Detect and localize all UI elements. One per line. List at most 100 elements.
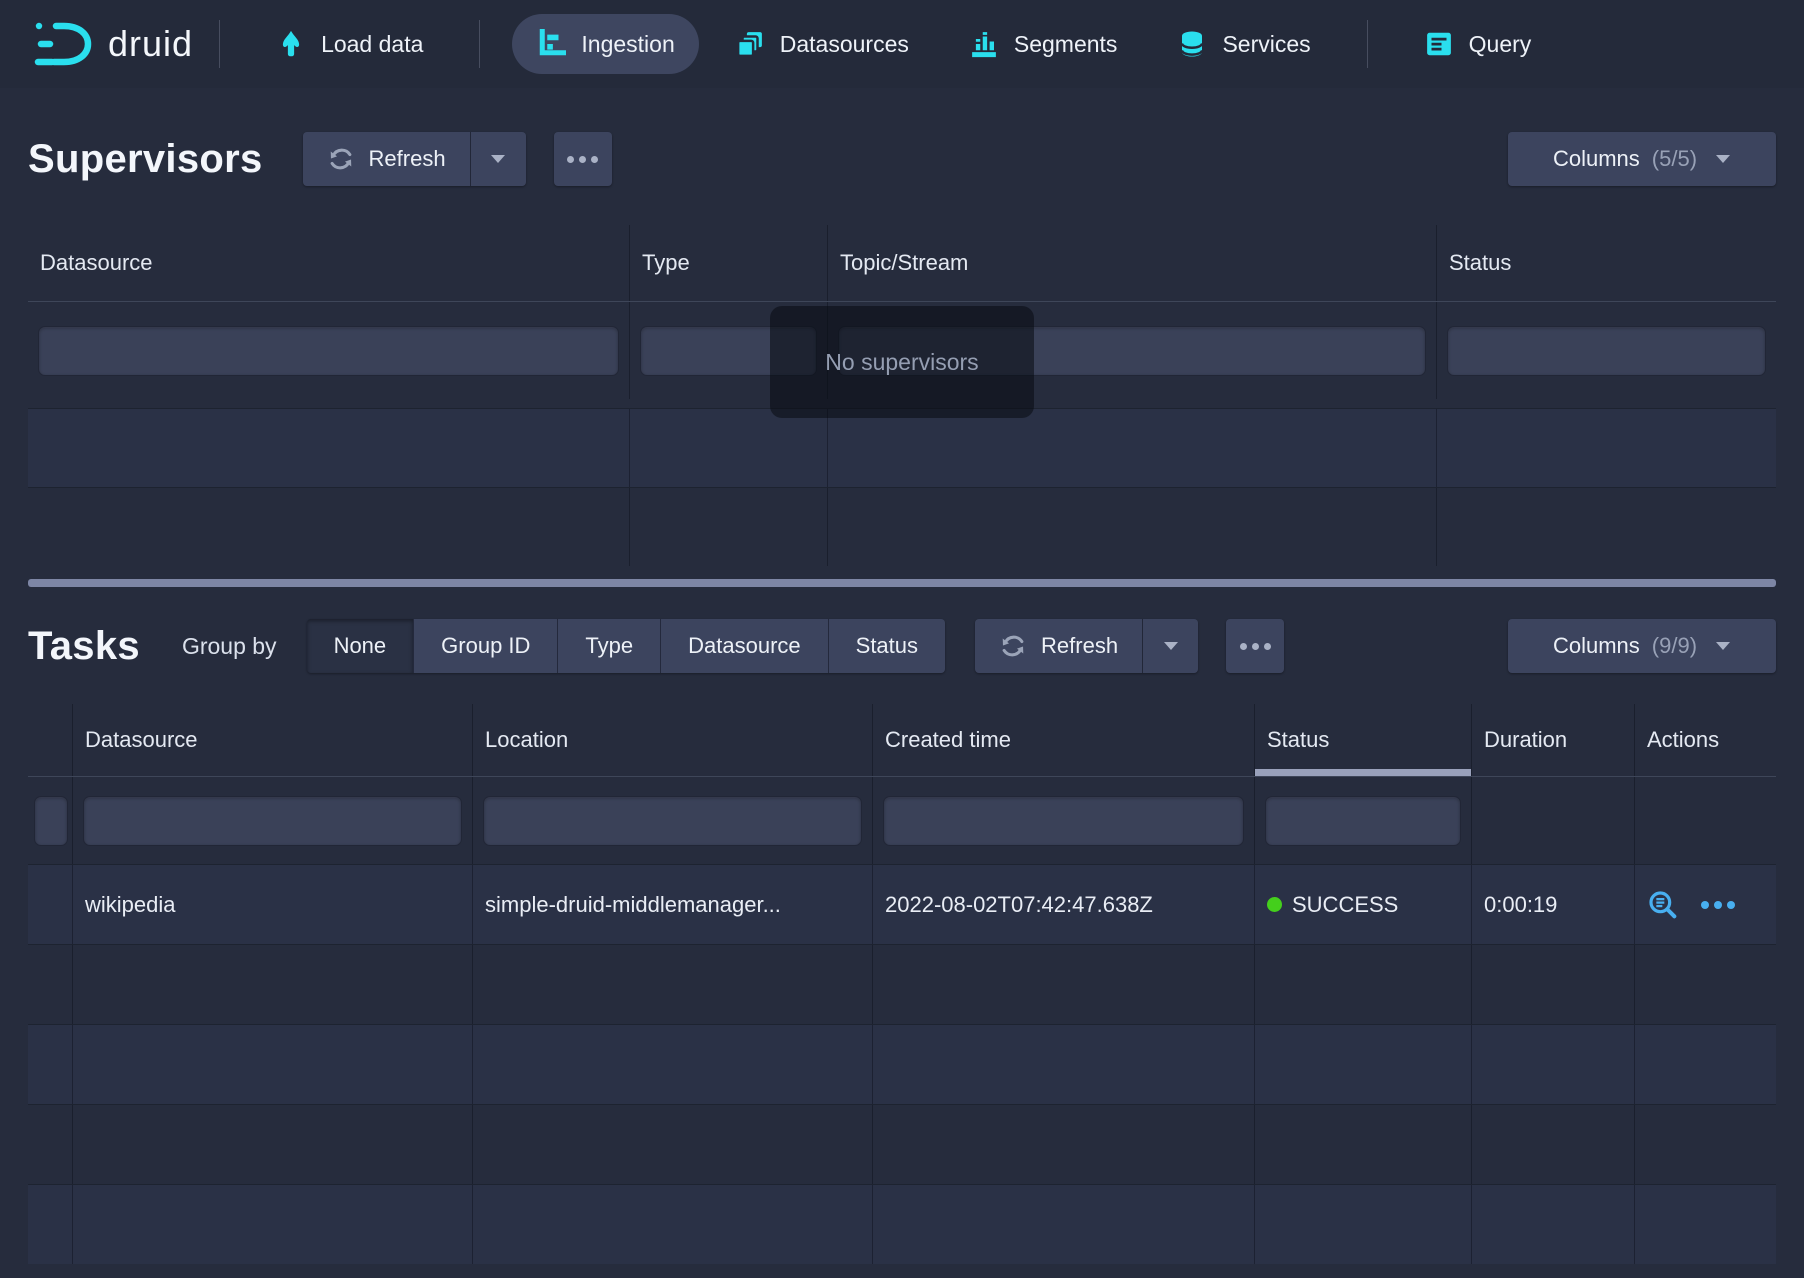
empty-row [28, 408, 1776, 487]
refresh-button[interactable]: Refresh [303, 132, 470, 186]
column-header-duration[interactable]: Duration [1472, 704, 1635, 776]
druid-logo-icon [34, 16, 96, 72]
task-datasource-cell: wikipedia [73, 865, 473, 944]
status-filter-input[interactable] [1265, 796, 1461, 846]
status-filter-input[interactable] [1447, 326, 1766, 376]
refresh-button[interactable]: Refresh [975, 619, 1142, 673]
group-by-group-id-button[interactable]: Group ID [413, 619, 557, 673]
more-icon [1240, 643, 1247, 650]
nav-item-segments[interactable]: Segments [945, 14, 1142, 74]
refresh-interval-caret-button[interactable] [470, 132, 526, 186]
column-header-narrow [28, 704, 73, 776]
column-header-created-time[interactable]: Created time [873, 704, 1255, 776]
empty-row [28, 1024, 1776, 1104]
nav-item-query[interactable]: Query [1400, 14, 1556, 74]
tasks-more-button[interactable] [1226, 619, 1284, 673]
nav-item-load-data[interactable]: Load data [252, 14, 447, 74]
druid-console: druid Load data Ingestion [0, 0, 1804, 1278]
bar-chart-icon [969, 29, 999, 59]
nav-divider [219, 20, 220, 68]
task-more-actions-icon[interactable] [1701, 901, 1735, 909]
column-header-type[interactable]: Type [630, 225, 828, 301]
status-text: SUCCESS [1292, 892, 1398, 918]
horizontal-scrollbar[interactable] [28, 579, 1776, 587]
chevron-down-icon [490, 154, 506, 164]
inspect-task-icon[interactable] [1647, 889, 1679, 921]
column-header-status[interactable]: Status [1437, 225, 1776, 301]
empty-row [28, 1104, 1776, 1184]
refresh-icon [999, 632, 1027, 660]
location-filter-input[interactable] [483, 796, 862, 846]
tasks-section: Tasks Group by None Group ID Type Dataso… [0, 619, 1804, 1264]
empty-row [28, 1184, 1776, 1264]
empty-row [28, 944, 1776, 1024]
supervisors-more-button[interactable] [554, 132, 612, 186]
chevron-down-icon [1715, 641, 1731, 651]
group-by-status-button[interactable]: Status [828, 619, 945, 673]
task-created-time-cell: 2022-08-02T07:42:47.638Z [873, 865, 1255, 944]
column-header-topic-stream[interactable]: Topic/Stream [828, 225, 1437, 301]
columns-label: Columns [1553, 633, 1640, 659]
columns-count: (5/5) [1652, 146, 1697, 172]
created-time-filter-input[interactable] [883, 796, 1244, 846]
datasource-filter-input[interactable] [83, 796, 462, 846]
more-icon [567, 156, 574, 163]
chevron-down-icon [1163, 641, 1179, 651]
chart-icon [536, 29, 566, 59]
layers-icon [735, 29, 765, 59]
refresh-interval-caret-button[interactable] [1142, 619, 1198, 673]
column-header-datasource[interactable]: Datasource [28, 225, 630, 301]
status-dot [1267, 897, 1282, 912]
tasks-title: Tasks [28, 624, 140, 669]
column-header-status[interactable]: Status [1255, 704, 1472, 776]
column-header-location[interactable]: Location [473, 704, 873, 776]
nav-item-label: Services [1222, 31, 1310, 58]
supervisors-table-header: Datasource Type Topic/Stream Status [28, 225, 1776, 302]
no-supervisors-message: No supervisors [770, 306, 1034, 418]
druid-logo[interactable]: druid [34, 16, 193, 72]
nav-item-label: Datasources [780, 31, 909, 58]
nav-item-services[interactable]: Services [1153, 14, 1334, 74]
chevron-down-icon [1715, 154, 1731, 164]
group-by-label: Group by [182, 633, 277, 660]
datasource-filter-input[interactable] [38, 326, 619, 376]
nav-divider [1367, 20, 1368, 68]
group-by-button-group: None Group ID Type Datasource Status [307, 619, 945, 673]
task-actions-cell [1635, 865, 1776, 944]
task-status-cell: SUCCESS [1255, 865, 1472, 944]
task-duration-cell: 0:00:19 [1472, 865, 1635, 944]
supervisors-table: Datasource Type Topic/Stream Status No s… [28, 225, 1776, 566]
supervisors-title: Supervisors [28, 137, 263, 182]
sort-indicator [1255, 769, 1471, 776]
nav-item-datasources[interactable]: Datasources [711, 14, 933, 74]
column-header-datasource[interactable]: Datasource [73, 704, 473, 776]
tasks-columns-button[interactable]: Columns (9/9) [1508, 619, 1776, 673]
task-row-wikipedia[interactable]: wikipedia simple-druid-middlemanager... … [28, 864, 1776, 944]
task-id-filter-input[interactable] [34, 796, 68, 846]
group-by-none-button[interactable]: None [307, 619, 414, 673]
refresh-label: Refresh [369, 146, 446, 172]
column-header-actions[interactable]: Actions [1635, 704, 1776, 776]
tasks-filter-row [28, 777, 1776, 864]
nav-item-ingestion[interactable]: Ingestion [512, 14, 698, 74]
database-icon [1177, 29, 1207, 59]
tasks-refresh-split-button: Refresh [975, 619, 1198, 673]
supervisors-columns-button[interactable]: Columns (5/5) [1508, 132, 1776, 186]
columns-count: (9/9) [1652, 633, 1697, 659]
tasks-table: Datasource Location Created time Status … [28, 704, 1776, 1264]
top-nav: druid Load data Ingestion [0, 0, 1804, 88]
supervisors-section: Supervisors Refresh [0, 132, 1804, 587]
nav-item-label: Load data [321, 31, 423, 58]
refresh-icon [327, 145, 355, 173]
columns-label: Columns [1553, 146, 1640, 172]
group-by-datasource-button[interactable]: Datasource [660, 619, 828, 673]
task-location-cell: simple-druid-middlemanager... [473, 865, 873, 944]
supervisors-refresh-split-button: Refresh [303, 132, 526, 186]
group-by-type-button[interactable]: Type [557, 619, 660, 673]
nav-divider [479, 20, 480, 68]
nav-item-label: Query [1469, 31, 1532, 58]
brand-name: druid [108, 23, 193, 65]
upload-icon [276, 29, 306, 59]
nav-item-label: Segments [1014, 31, 1118, 58]
nav-item-label: Ingestion [581, 31, 674, 58]
